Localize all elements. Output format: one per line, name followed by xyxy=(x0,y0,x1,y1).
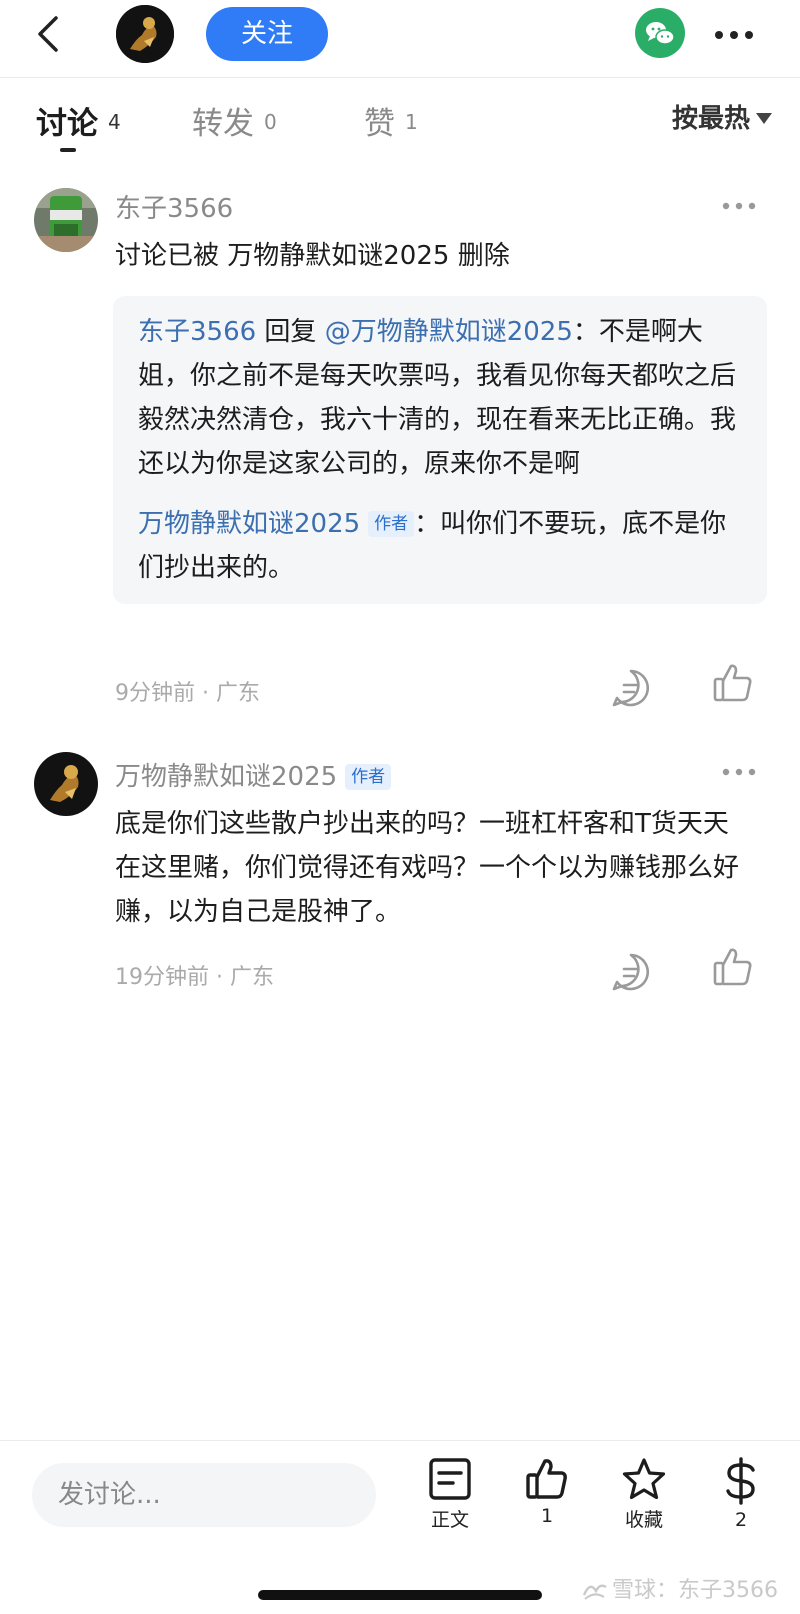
follow-button[interactable]: 关注 xyxy=(206,7,328,61)
favorite-button[interactable]: 收藏 xyxy=(604,1457,684,1532)
top-bar: 关注 xyxy=(0,0,800,78)
wechat-share-icon[interactable] xyxy=(635,8,685,58)
watermark-user: 东子3566 xyxy=(678,1578,778,1603)
tab-label: 赞 xyxy=(364,106,395,142)
meta-separator: · xyxy=(209,965,230,990)
watermark-sep: ： xyxy=(655,1578,678,1603)
tab-label: 转发 xyxy=(192,106,254,142)
comment-username-row: 万物静默如谜2025 作者 xyxy=(115,756,392,793)
reply-thread-box[interactable]: 东子3566 回复 @万物静默如谜2025：不是啊大姐，你之前不是每天吹票吗，我… xyxy=(113,296,767,604)
comment-text: 讨论已被 万物静默如谜2025 删除 xyxy=(115,241,510,271)
snowball-logo-icon xyxy=(582,1584,607,1600)
favorite-label: 收藏 xyxy=(624,1509,663,1531)
more-options-icon[interactable] xyxy=(714,30,754,40)
sort-dropdown[interactable]: 按最热 xyxy=(672,98,772,135)
like-button[interactable]: 1 xyxy=(507,1457,587,1527)
comment-username[interactable]: 东子3566 xyxy=(115,188,233,225)
tab-label: 讨论 xyxy=(36,106,98,142)
comment-username[interactable]: 万物静默如谜2025 xyxy=(115,762,337,792)
author-avatar[interactable] xyxy=(116,5,174,63)
tab-discussion[interactable]: 讨论 4 xyxy=(36,98,121,143)
tab-likes[interactable]: 赞1 xyxy=(364,98,418,143)
reply-username[interactable]: 东子3566 xyxy=(138,317,256,347)
reply-quote: 东子3566 回复 @万物静默如谜2025：不是啊大姐，你之前不是每天吹票吗，我… xyxy=(138,310,743,486)
back-arrow-icon[interactable] xyxy=(32,14,72,54)
reward-button[interactable]: 2 xyxy=(701,1457,781,1531)
tab-bar: 讨论 4 转发 0 赞1 按最热 xyxy=(0,78,800,158)
tab-count: 4 xyxy=(108,110,121,134)
like-count: 1 xyxy=(540,1505,554,1527)
comment-meta: 9分钟前 · 广东 xyxy=(115,675,260,707)
dollar-icon xyxy=(726,1457,755,1505)
tab-count: 0 xyxy=(264,110,277,134)
author-badge: 作者 xyxy=(345,764,392,790)
home-indicator xyxy=(258,1590,542,1600)
sort-label: 按最热 xyxy=(671,104,750,134)
tab-repost[interactable]: 转发 0 xyxy=(192,98,277,143)
comment-time: 9分钟前 xyxy=(115,681,195,706)
comment-location: 广东 xyxy=(229,965,274,990)
meta-separator: · xyxy=(195,681,216,706)
comment-time: 19分钟前 xyxy=(115,965,209,990)
watermark: 雪球：东子3566 xyxy=(582,1572,778,1604)
comment-text: 底是你们这些散户抄出来的吗？一班杠杆客和T货天天在这里赌，你们觉得还有戏吗？一个… xyxy=(115,809,740,927)
article-button[interactable]: 正文 xyxy=(410,1457,490,1532)
user-avatar[interactable] xyxy=(34,188,98,252)
star-icon xyxy=(622,1458,666,1500)
like-icon xyxy=(526,1459,567,1499)
like-icon[interactable] xyxy=(712,662,754,704)
author-reply: 万物静默如谜2025 作者 ：叫你们不要玩，底不是你们抄出来的。 xyxy=(138,502,743,590)
tab-count: 1 xyxy=(405,110,418,134)
article-icon xyxy=(429,1458,471,1500)
reply-word: 回复 xyxy=(256,317,325,347)
like-icon[interactable] xyxy=(712,946,754,988)
author-badge: 作者 xyxy=(368,511,415,537)
comment-more-icon[interactable] xyxy=(722,768,756,776)
dropdown-triangle-icon xyxy=(756,113,772,124)
reply-mention[interactable]: @万物静默如谜2025 xyxy=(325,317,573,347)
discussion-input[interactable] xyxy=(32,1463,376,1527)
user-avatar[interactable] xyxy=(34,752,98,816)
comment-meta: 19分钟前 · 广东 xyxy=(115,959,274,991)
comment-location: 广东 xyxy=(215,681,260,706)
reply-icon[interactable] xyxy=(611,668,651,708)
author-reply-username[interactable]: 万物静默如谜2025 xyxy=(138,509,360,539)
reply-icon[interactable] xyxy=(611,952,651,992)
comment-more-icon[interactable] xyxy=(722,202,756,210)
reward-count: 2 xyxy=(734,1509,748,1531)
article-label: 正文 xyxy=(430,1509,469,1531)
watermark-brand: 雪球 xyxy=(611,1578,656,1603)
active-tab-indicator xyxy=(60,148,76,152)
